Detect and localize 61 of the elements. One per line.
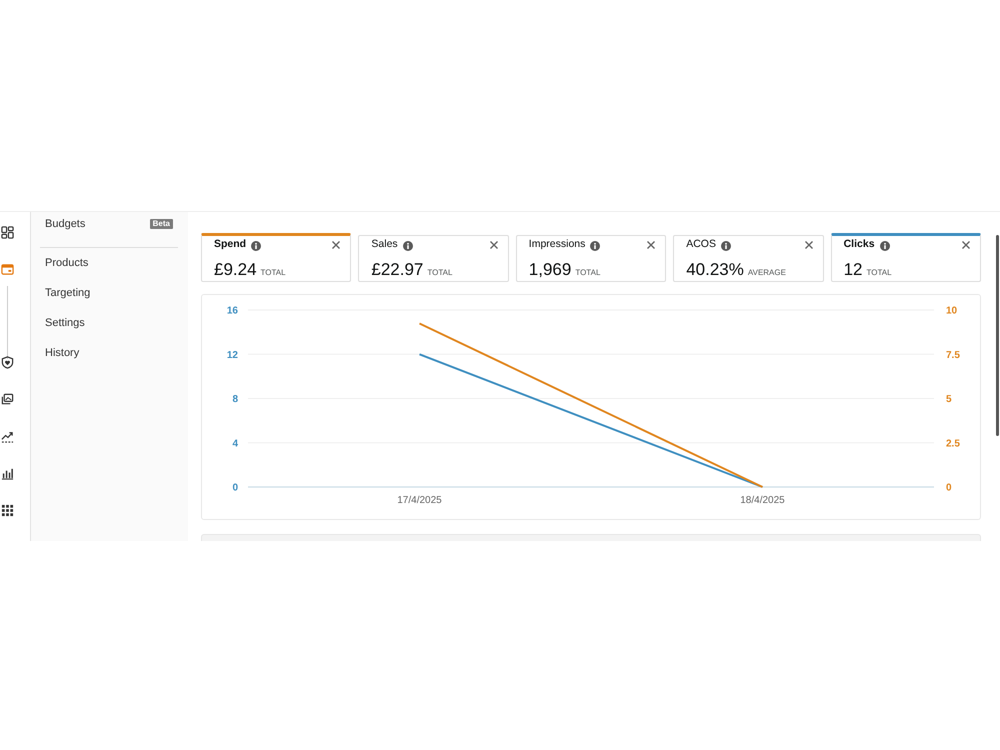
x-axis-label: 18/4/2025 [740, 495, 785, 506]
metric-value: 12 [844, 260, 863, 280]
remove-metric-button[interactable] [646, 240, 656, 250]
close-icon [962, 241, 970, 249]
metric-unit: TOTAL [427, 267, 452, 279]
nav-link[interactable]: Targeting [45, 284, 90, 302]
trend-icon[interactable] [1, 430, 14, 443]
scrollbar[interactable] [996, 235, 999, 436]
metric-unit: TOTAL [866, 267, 892, 279]
close-icon [647, 241, 656, 249]
y2-axis-label: 0 [946, 482, 952, 494]
metric-value: 40.23% [686, 260, 744, 280]
nav-link[interactable]: Products [45, 254, 88, 272]
close-icon [490, 241, 498, 249]
remove-metric-button[interactable] [488, 240, 499, 250]
remove-metric-button[interactable] [960, 240, 971, 250]
remove-metric-button[interactable] [331, 240, 342, 250]
close-icon [804, 241, 813, 249]
close-icon [332, 241, 340, 249]
y-axis-label: 4 [232, 438, 238, 450]
metric-label: Sales [371, 237, 398, 252]
metric-label: Impressions [528, 237, 586, 252]
metric-label: Spend [214, 237, 246, 252]
info-icon[interactable] [880, 241, 890, 251]
nav-link[interactable]: History [45, 344, 80, 362]
y2-axis-label: 10 [946, 306, 958, 316]
y-axis-label: 12 [226, 350, 238, 361]
apps-icon[interactable] [1, 504, 14, 517]
metric-card[interactable]: Sales £22.97 TOTAL [358, 235, 509, 282]
x-axis-label: 17/4/2025 [397, 495, 442, 506]
metric-label: Clicks [844, 237, 875, 252]
metric-card[interactable]: Impressions 1,969 TOTAL [516, 235, 666, 282]
images-icon[interactable] [1, 393, 14, 406]
tiles-icon[interactable] [1, 226, 14, 239]
metric-card[interactable]: ACOS 40.23% AVERAGE [673, 235, 824, 282]
bar-chart-icon[interactable] [1, 467, 14, 480]
metric-value: 1,969 [528, 260, 572, 280]
info-icon[interactable] [720, 241, 731, 251]
metric-unit: AVERAGE [748, 267, 786, 279]
metric-unit: TOTAL [260, 267, 286, 279]
metric-card[interactable]: Clicks 12 TOTAL [830, 233, 981, 282]
shield-icon[interactable] [1, 356, 14, 369]
beta-badge: Beta [150, 219, 173, 229]
metric-card[interactable]: Spend £9.24 TOTAL [201, 233, 352, 282]
y-axis-label: 8 [232, 394, 238, 405]
info-icon[interactable] [402, 241, 413, 251]
y2-axis-label: 5 [946, 394, 952, 405]
remove-metric-button[interactable] [804, 240, 814, 250]
metric-unit: TOTAL [575, 267, 600, 279]
metric-label: ACOS [686, 237, 716, 252]
info-icon[interactable] [251, 241, 262, 251]
y-axis-label: 16 [226, 306, 238, 316]
metric-value: £9.24 [214, 260, 257, 280]
nav-link[interactable]: Budgets [45, 216, 86, 232]
y2-axis-label: 7.5 [946, 350, 960, 361]
nav-link[interactable]: Settings [45, 314, 85, 332]
y-axis-label: 0 [232, 482, 238, 494]
card-icon[interactable] [1, 263, 14, 276]
info-icon[interactable] [590, 241, 600, 251]
metric-value: £22.97 [371, 260, 424, 280]
y2-axis-label: 2.5 [946, 438, 960, 450]
